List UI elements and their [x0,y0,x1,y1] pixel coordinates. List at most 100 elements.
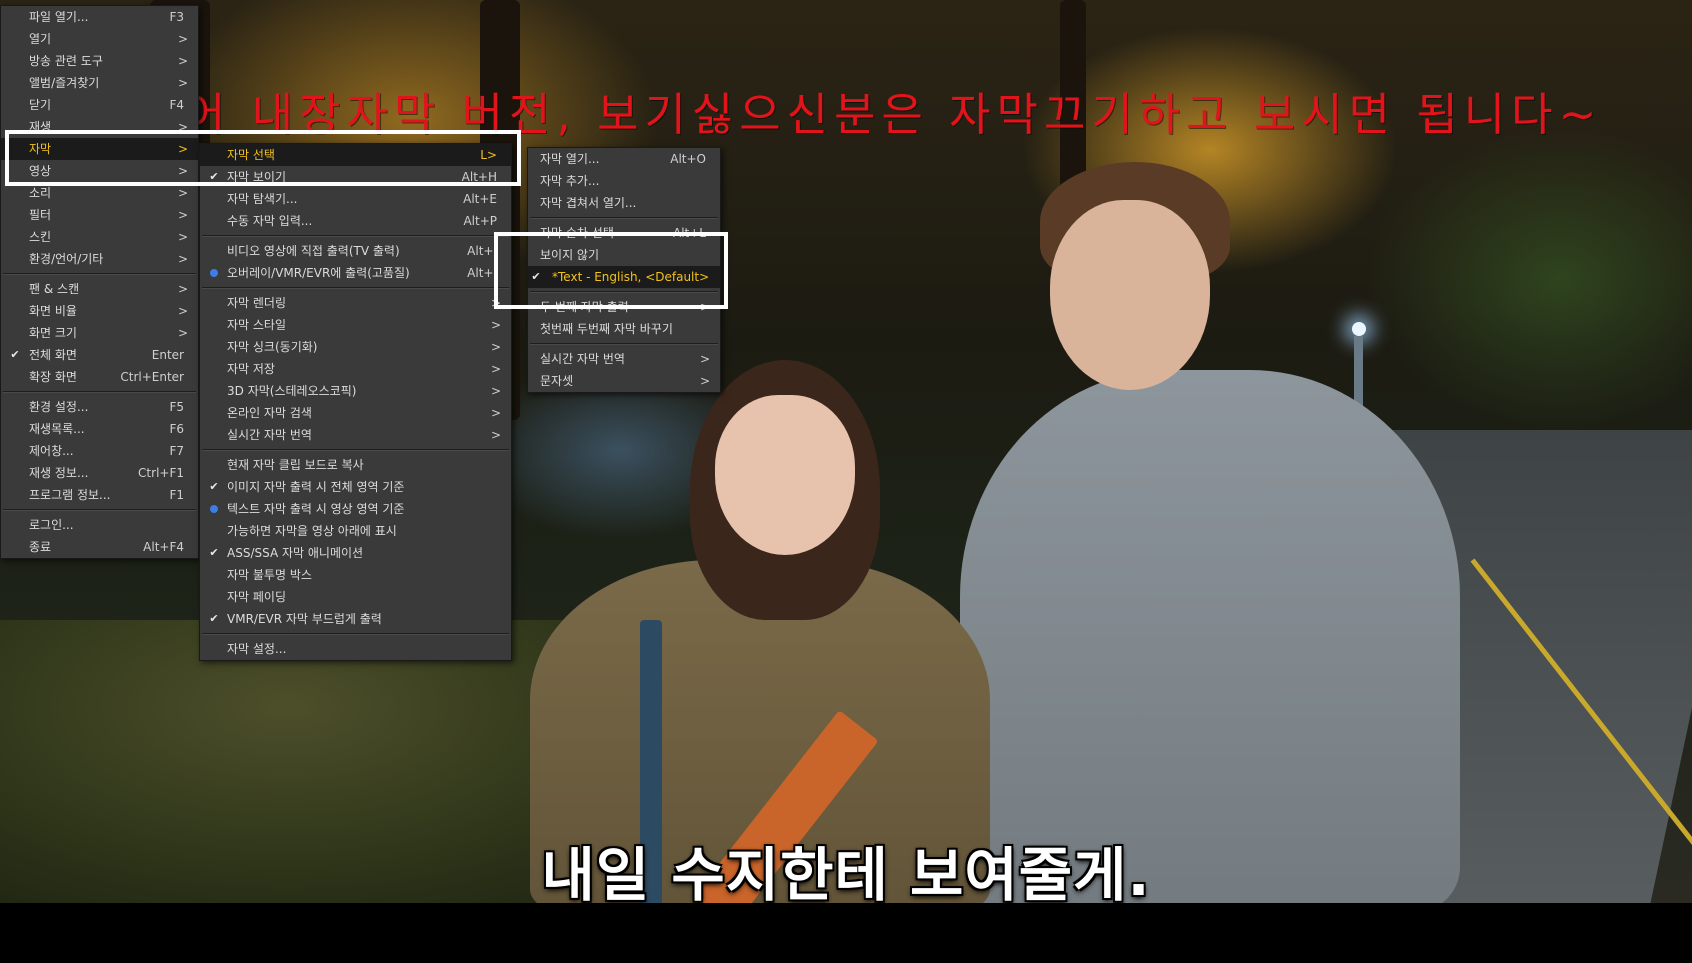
menu-separator [202,287,509,289]
check-icon: ✔ [209,170,219,183]
menu-separator [3,273,196,275]
submenu-arrow-icon: > [490,428,501,442]
menu-item-show-subtitle[interactable]: ✔ 자막 보이기 Alt+H [200,166,511,188]
menu-item-output-overlay[interactable]: 오버레이/VMR/EVR에 출력(고품질) Alt+I [200,262,511,284]
menu-item-hide-subtitle[interactable]: 보이지 않기 [528,244,720,266]
menu-item-playlist[interactable]: 재생목록... F6 [1,418,198,440]
submenu-arrow-icon: > [177,252,188,266]
submenu-arrow-icon: > [490,340,501,354]
subtitle-select-submenu: 자막 열기... Alt+O 자막 추가... 자막 겹쳐서 열기... 자막 순… [527,147,721,393]
menu-item-charset[interactable]: 문자셋 > [528,370,720,392]
submenu-arrow-icon: > [699,300,710,314]
menu-separator [530,217,718,219]
menu-item-realtime-translation-2[interactable]: 실시간 자막 번역 > [528,348,720,370]
submenu-arrow-icon: > [177,164,188,178]
menu-separator [202,633,509,635]
menu-item-realtime-translation[interactable]: 실시간 자막 번역 > [200,424,511,446]
submenu-arrow-icon: > [177,76,188,90]
menu-item-subtitle-rendering[interactable]: 자막 렌더링 > [200,292,511,314]
menu-item-preferences[interactable]: 환경 설정... F5 [1,396,198,418]
menu-item-subtitle-style[interactable]: 자막 스타일 > [200,314,511,336]
submenu-arrow-icon: > [177,326,188,340]
menu-item-skin[interactable]: 스킨 > [1,226,198,248]
menu-item-close[interactable]: 닫기 F4 [1,94,198,116]
menu-item-exit[interactable]: 종료 Alt+F4 [1,536,198,558]
menu-item-sound[interactable]: 소리 > [1,182,198,204]
menu-item-vmr-evr-smooth[interactable]: ✔ VMR/EVR 자막 부드럽게 출력 [200,608,511,630]
radio-selected-icon [208,498,220,520]
menu-item-output-tv[interactable]: 비디오 영상에 직접 출력(TV 출력) Alt+I [200,240,511,262]
menu-separator [530,291,718,293]
submenu-arrow-icon: > [490,362,501,376]
menu-item-subtitle-sync[interactable]: 자막 싱크(동기화) > [200,336,511,358]
menu-item-subtitle-save[interactable]: 자막 저장 > [200,358,511,380]
check-icon: ✔ [531,270,541,283]
menu-item-subtitle-select[interactable]: 자막 선택 L> [200,144,511,166]
menu-separator [3,509,196,511]
menu-item-open-file[interactable]: 파일 열기... F3 [1,6,198,28]
submenu-arrow-icon: > [490,384,501,398]
menu-item-cycle-subtitle[interactable]: 자막 순차 선택 Alt+L [528,222,720,244]
submenu-arrow-icon: > [490,296,501,310]
menu-item-subtitle-below-video[interactable]: 가능하면 자막을 영상 아래에 표시 [200,520,511,542]
menu-item-3d-subtitle[interactable]: 3D 자막(스테레오스코픽) > [200,380,511,402]
menu-item-second-subtitle-output[interactable]: 두 번째 자막 출력 > [528,296,720,318]
menu-item-fullscreen[interactable]: ✔ 전체 화면 Enter [1,344,198,366]
radio-selected-icon [208,262,220,284]
menu-item-copy-subtitle-clipboard[interactable]: 현재 자막 클립 보드로 복사 [200,454,511,476]
menu-item-environment-language[interactable]: 환경/언어/기타 > [1,248,198,270]
submenu-arrow-icon: > [490,318,501,332]
menu-item-overlay-open-subtitle[interactable]: 자막 겹쳐서 열기... [528,192,720,214]
menu-item-text-subtitle-video-area[interactable]: 텍스트 자막 출력 시 영상 영역 기준 [200,498,511,520]
menu-item-track-english-default[interactable]: ✔ *Text - English, <Default> [528,266,720,288]
submenu-arrow-icon: > [177,32,188,46]
menu-item-swap-subtitles[interactable]: 첫번째 두번째 자막 바꾸기 [528,318,720,340]
letterbox-bar [0,903,1692,963]
menu-separator [3,391,196,393]
submenu-arrow-icon: > [699,374,710,388]
check-icon: ✔ [209,546,219,559]
menu-item-aspect-ratio[interactable]: 화면 비율 > [1,300,198,322]
menu-item-open-subtitle[interactable]: 자막 열기... Alt+O [528,148,720,170]
menu-item-add-subtitle[interactable]: 자막 추가... [528,170,720,192]
menu-separator [530,343,718,345]
submenu-arrow-icon: > [177,120,188,134]
menu-item-broadcast-tools[interactable]: 방송 관련 도구 > [1,50,198,72]
submenu-arrow-icon: > [177,304,188,318]
submenu-arrow-icon: > [177,230,188,244]
menu-item-image-subtitle-full-area[interactable]: ✔ 이미지 자막 출력 시 전체 영역 기준 [200,476,511,498]
submenu-arrow-icon: > [699,352,710,366]
menu-item-playback[interactable]: 재생 > [1,116,198,138]
menu-item-open[interactable]: 열기 > [1,28,198,50]
menu-item-pan-scan[interactable]: 팬 & 스캔 > [1,278,198,300]
menu-item-filter[interactable]: 필터 > [1,204,198,226]
menu-separator [202,235,509,237]
menu-item-screen-size[interactable]: 화면 크기 > [1,322,198,344]
menu-item-control-panel[interactable]: 제어창... F7 [1,440,198,462]
menu-item-login[interactable]: 로그인... [1,514,198,536]
check-icon: ✔ [10,348,20,361]
menu-item-video[interactable]: 영상 > [1,160,198,182]
menu-item-extended-screen[interactable]: 확장 화면 Ctrl+Enter [1,366,198,388]
menu-item-subtitle-fading[interactable]: 자막 페이딩 [200,586,511,608]
overlay-banner-text: ★ 영어 내장자막 버전, 보기싫으신분은 자막끄기하고 보시면 됩니다~ [70,88,1603,141]
video-subtitle: 내일 수지한테 보여줄게. [541,841,1151,909]
menu-item-subtitle-explorer[interactable]: 자막 탐색기... Alt+E [200,188,511,210]
menu-separator [202,449,509,451]
menu-item-ass-ssa-animation[interactable]: ✔ ASS/SSA 자막 애니메이션 [200,542,511,564]
menu-item-online-subtitle-search[interactable]: 온라인 자막 검색 > [200,402,511,424]
subtitle-submenu: 자막 선택 L> ✔ 자막 보이기 Alt+H 자막 탐색기... Alt+E 수동 자… [199,143,512,661]
check-icon: ✔ [209,612,219,625]
submenu-arrow-icon: > [177,54,188,68]
menu-item-playback-info[interactable]: 재생 정보... Ctrl+F1 [1,462,198,484]
menu-item-subtitle-settings[interactable]: 자막 설정... [200,638,511,660]
menu-item-opaque-box[interactable]: 자막 불투명 박스 [200,564,511,586]
menu-item-album-favorites[interactable]: 앨범/즐겨찾기 > [1,72,198,94]
submenu-arrow-icon: > [490,406,501,420]
menu-item-subtitle[interactable]: 자막 > [1,138,198,160]
main-context-menu: 파일 열기... F3 열기 > 방송 관련 도구 > 앨범/즐겨찾기 > 닫기 F4 재… [0,5,199,559]
submenu-arrow-icon: > [177,208,188,222]
submenu-arrow-icon: > [177,186,188,200]
menu-item-program-info[interactable]: 프로그램 정보... F1 [1,484,198,506]
menu-item-manual-subtitle-input[interactable]: 수동 자막 입력... Alt+P [200,210,511,232]
